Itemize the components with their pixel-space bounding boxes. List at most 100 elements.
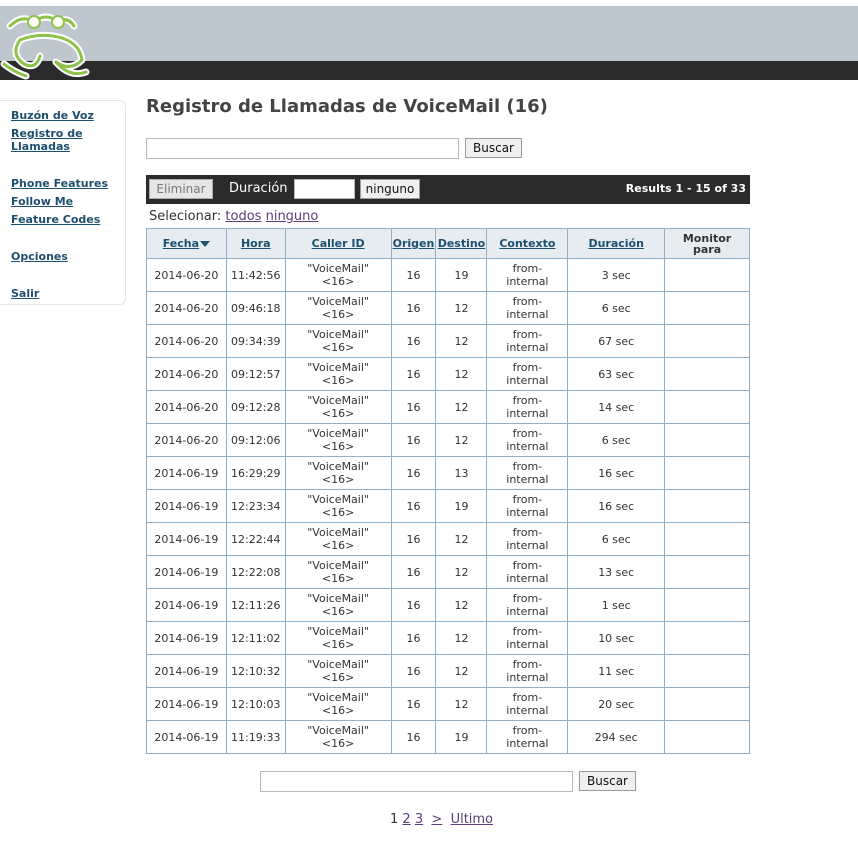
column-header-origen[interactable]: Origen (390, 228, 437, 259)
cell-monitor-para (664, 654, 750, 688)
sidebar-item-buzon-de-voz[interactable]: Buzón de Voz (11, 109, 119, 122)
duration-select-button[interactable]: ninguno (360, 179, 420, 199)
cell-fecha: 2014-06-19 (146, 555, 227, 589)
search-button-bottom[interactable]: Buscar (579, 771, 636, 791)
table-row: 2014-06-20 09:34:39 "VoiceMail" <16> 16 12 fro… (146, 324, 750, 358)
page-current: 1 (390, 812, 399, 827)
sidebar-item-phone-features[interactable]: Phone Features (11, 177, 119, 190)
cell-destino: 19 (435, 720, 488, 754)
cell-monitor-para (664, 489, 750, 523)
cell-contexto: from-internal (486, 258, 569, 292)
cell-contexto: from-internal (486, 357, 569, 391)
table-row: 2014-06-19 12:10:32 "VoiceMail" <16> 16 12 fro… (146, 654, 750, 688)
select-none-link[interactable]: ninguno (266, 209, 319, 224)
cell-duracion: 1 sec (567, 588, 666, 622)
table-row: 2014-06-19 11:19:33 "VoiceMail" <16> 16 19 fro… (146, 720, 750, 754)
column-header-caller-id[interactable]: Caller ID (284, 228, 392, 259)
column-header-fecha[interactable]: Fecha (146, 228, 227, 259)
cell-contexto: from-internal (486, 522, 569, 556)
search-input-top[interactable] (146, 138, 459, 159)
cell-hora: 09:46:18 (225, 291, 286, 325)
cell-origen: 16 (390, 456, 437, 490)
table-row: 2014-06-19 12:22:44 "VoiceMail" <16> 16 12 fro… (146, 522, 750, 556)
cell-hora: 11:42:56 (225, 258, 286, 292)
cell-contexto: from-internal (486, 654, 569, 688)
table-row: 2014-06-19 12:23:34 "VoiceMail" <16> 16 19 fro… (146, 489, 750, 523)
cell-contexto: from-internal (486, 621, 569, 655)
cell-origen: 16 (390, 324, 437, 358)
cell-contexto: from-internal (486, 456, 569, 490)
table-row: 2014-06-20 11:42:56 "VoiceMail" <16> 16 19 fro… (146, 258, 750, 292)
search-button-top[interactable]: Buscar (465, 138, 522, 158)
cell-monitor-para (664, 291, 750, 325)
cell-caller-id: "VoiceMail" <16> (284, 588, 392, 622)
column-header-duracion[interactable]: Duración (567, 228, 666, 259)
column-header-contexto[interactable]: Contexto (486, 228, 569, 259)
cell-monitor-para (664, 357, 750, 391)
cell-fecha: 2014-06-19 (146, 522, 227, 556)
delete-button[interactable]: Eliminar (149, 179, 213, 199)
cell-hora: 16:29:29 (225, 456, 286, 490)
cell-monitor-para (664, 687, 750, 721)
table-toolbar: Eliminar Duración ninguno Results 1 - 15… (146, 175, 750, 204)
cell-destino: 12 (435, 357, 488, 391)
cell-contexto: from-internal (486, 555, 569, 589)
cell-duracion: 3 sec (567, 258, 666, 292)
cell-origen: 16 (390, 555, 437, 589)
cell-monitor-para (664, 588, 750, 622)
cell-caller-id: "VoiceMail" <16> (284, 291, 392, 325)
page-link-3[interactable]: 3 (415, 812, 423, 827)
cell-caller-id: "VoiceMail" <16> (284, 654, 392, 688)
cell-hora: 12:11:02 (225, 621, 286, 655)
cell-hora: 09:12:28 (225, 390, 286, 424)
sidebar-item-opciones[interactable]: Opciones (11, 250, 119, 263)
cell-monitor-para (664, 258, 750, 292)
cell-origen: 16 (390, 258, 437, 292)
cell-destino: 12 (435, 588, 488, 622)
cell-destino: 12 (435, 324, 488, 358)
cell-caller-id: "VoiceMail" <16> (284, 324, 392, 358)
cell-contexto: from-internal (486, 489, 569, 523)
table-row: 2014-06-19 12:10:03 "VoiceMail" <16> 16 12 fro… (146, 687, 750, 721)
table-row: 2014-06-19 12:11:02 "VoiceMail" <16> 16 12 fro… (146, 621, 750, 655)
page-link-2[interactable]: 2 (402, 812, 410, 827)
table-row: 2014-06-20 09:12:28 "VoiceMail" <16> 16 12 fro… (146, 390, 750, 424)
cell-hora: 12:10:32 (225, 654, 286, 688)
table-header-row: Fecha Hora Caller ID Origen Destino Cont… (146, 228, 750, 259)
search-input-bottom[interactable] (260, 771, 573, 792)
sidebar-item-feature-codes[interactable]: Feature Codes (11, 213, 119, 226)
cell-monitor-para (664, 720, 750, 754)
table-row: 2014-06-19 12:11:26 "VoiceMail" <16> 16 12 fro… (146, 588, 750, 622)
cell-monitor-para (664, 621, 750, 655)
sort-desc-icon (200, 241, 211, 247)
sidebar-item-follow-me[interactable]: Follow Me (11, 195, 119, 208)
column-header-destino[interactable]: Destino (435, 228, 488, 259)
cell-duracion: 13 sec (567, 555, 666, 589)
cell-fecha: 2014-06-19 (146, 489, 227, 523)
cell-origen: 16 (390, 588, 437, 622)
cell-caller-id: "VoiceMail" <16> (284, 555, 392, 589)
page-next-link[interactable]: > (431, 812, 442, 827)
cell-origen: 16 (390, 687, 437, 721)
cell-hora: 12:22:44 (225, 522, 286, 556)
pagination: 1 2 3 > Ultimo (390, 812, 493, 827)
column-header-hora[interactable]: Hora (225, 228, 286, 259)
cell-hora: 09:12:57 (225, 357, 286, 391)
select-all-link[interactable]: todos (225, 209, 261, 224)
cell-contexto: from-internal (486, 390, 569, 424)
sidebar-item-salir[interactable]: Salir (11, 287, 119, 300)
duration-input[interactable] (294, 179, 355, 199)
header-band (0, 6, 858, 61)
cell-hora: 09:12:06 (225, 423, 286, 457)
cell-monitor-para (664, 423, 750, 457)
cell-destino: 12 (435, 423, 488, 457)
sidebar-item-registro-de-llamadas[interactable]: Registro de Llamadas (11, 127, 119, 153)
sidebar-nav: Buzón de Voz Registro de Llamadas Phone … (0, 100, 126, 305)
cell-hora: 12:23:34 (225, 489, 286, 523)
cell-fecha: 2014-06-20 (146, 258, 227, 292)
results-count: Results 1 - 15 of 33 (625, 182, 746, 195)
cell-origen: 16 (390, 522, 437, 556)
page-last-link[interactable]: Ultimo (451, 812, 493, 827)
header-dark-bar (0, 61, 858, 80)
table-row: 2014-06-20 09:12:06 "VoiceMail" <16> 16 12 fro… (146, 423, 750, 457)
